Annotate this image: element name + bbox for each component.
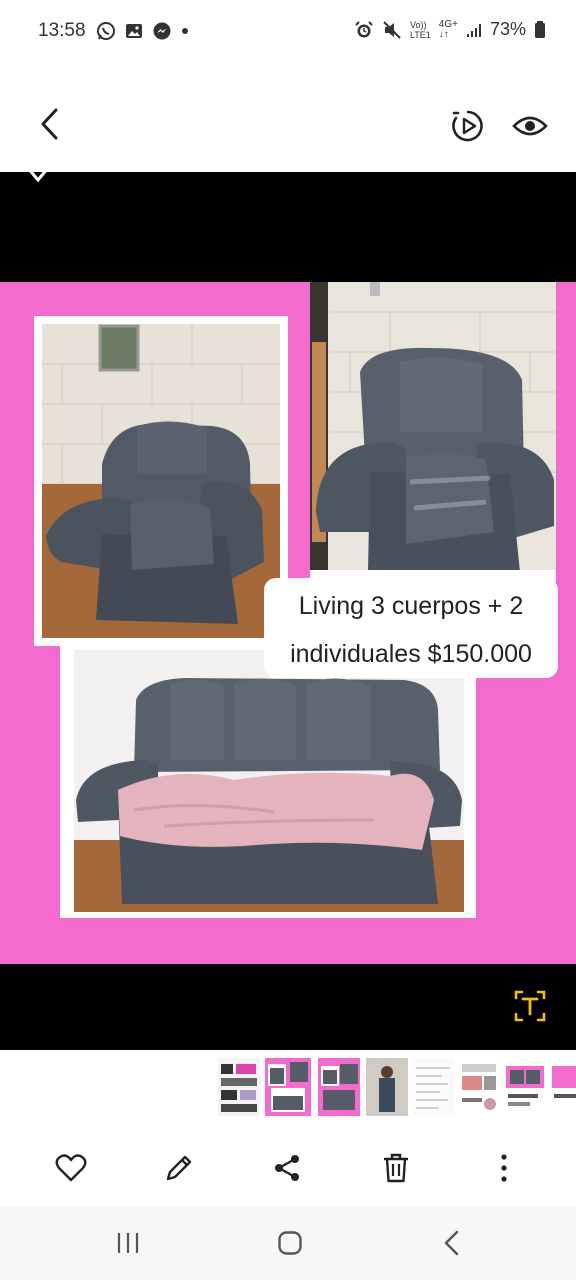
recents-icon [117, 1233, 139, 1253]
thumbnail-image [458, 1058, 500, 1116]
dot-icon [182, 28, 188, 34]
network-top: Vo)) [409, 19, 427, 30]
volte-icon: Vo)) LTE1 [410, 20, 431, 40]
signal-icon [466, 23, 481, 37]
back-nav-icon [444, 1230, 459, 1256]
home-button[interactable] [270, 1228, 310, 1258]
thumbnail[interactable] [550, 1058, 576, 1116]
thumbnail-active[interactable] [262, 1055, 314, 1119]
sofa-photo [60, 642, 476, 918]
caption-line-1: Living 3 cuerpos + 2 [298, 592, 524, 620]
caption-line-2: individuales $150.000 [290, 640, 532, 668]
eye-icon [512, 116, 548, 136]
armchair-left-picture [42, 324, 280, 638]
thumbnail-image [265, 1058, 311, 1116]
trash-icon [384, 1153, 408, 1183]
whatsapp-icon [97, 22, 115, 40]
battery-percent: 73% [489, 19, 526, 39]
back-icon [41, 108, 58, 140]
action-bar [0, 1130, 576, 1206]
photo-content[interactable]: Living 3 cuerpos + 2 individuales $150.0… [0, 282, 576, 964]
thumbnail-strip [0, 1050, 576, 1130]
4g-icon: 4G+ ↓↑ [438, 18, 458, 40]
mute-icon [383, 20, 401, 39]
thumbnail-image [550, 1058, 576, 1116]
more-vertical-icon [501, 1154, 507, 1182]
text-extract-icon [514, 990, 546, 1022]
thumbnail[interactable] [412, 1058, 454, 1116]
back-button[interactable] [30, 104, 70, 144]
thumbnail[interactable] [218, 1058, 260, 1116]
photo-bottom-border [0, 964, 576, 1050]
close-icon [26, 167, 50, 183]
pencil-icon [166, 1155, 192, 1181]
armchair-right-picture [310, 282, 556, 582]
motion-photo-icon [452, 110, 483, 142]
sofa-image [74, 650, 464, 912]
more-button[interactable] [484, 1148, 524, 1188]
gallery-icon [126, 24, 142, 38]
armchair-photo-left [34, 316, 288, 646]
photo-top-border [0, 172, 576, 282]
status-right: Vo)) LTE1 4G+ ↓↑ 73% [354, 19, 546, 40]
text-extract-button[interactable] [512, 988, 548, 1024]
heart-icon [55, 1154, 87, 1182]
thumbnail-image [318, 1058, 360, 1116]
home-icon [278, 1231, 302, 1255]
battery-icon [535, 20, 545, 38]
messenger-icon [153, 22, 171, 40]
navigation-bar [0, 1206, 576, 1280]
data-arrows: ↓↑ [438, 28, 449, 40]
view-button[interactable] [508, 104, 552, 148]
network-bottom: LTE1 [409, 29, 431, 40]
armchair-image-right [310, 282, 556, 582]
status-left-icons [96, 21, 190, 41]
thumbnail-image [504, 1058, 546, 1116]
edit-button[interactable] [159, 1148, 199, 1188]
net-type: 4G+ [438, 18, 458, 30]
delete-button[interactable] [376, 1148, 416, 1188]
recents-button[interactable] [108, 1228, 148, 1258]
thumbnail-image [366, 1058, 408, 1116]
share-icon [275, 1155, 299, 1181]
caption-box: Living 3 cuerpos + 2 individuales $150.0… [264, 578, 558, 678]
favorite-button[interactable] [51, 1148, 91, 1188]
motion-photo-button[interactable] [446, 104, 490, 148]
viewer-toolbar [0, 84, 576, 164]
thumbnail[interactable] [458, 1058, 500, 1116]
photo-close-mark [24, 164, 52, 184]
armchair-image-left [42, 324, 280, 638]
thumbnail[interactable] [504, 1058, 546, 1116]
status-time: 13:58 [38, 20, 86, 41]
sofa-picture [74, 650, 464, 912]
alarm-icon [355, 20, 373, 37]
thumbnail[interactable] [318, 1058, 360, 1116]
thumbnail[interactable] [366, 1058, 408, 1116]
share-button[interactable] [267, 1148, 307, 1188]
thumbnail-image [218, 1058, 260, 1116]
status-bar: 13:58 Vo)) LTE1 4G+ ↓↑ 73% [0, 0, 576, 64]
thumbnail-image [412, 1058, 454, 1116]
back-nav-button[interactable] [432, 1228, 472, 1258]
